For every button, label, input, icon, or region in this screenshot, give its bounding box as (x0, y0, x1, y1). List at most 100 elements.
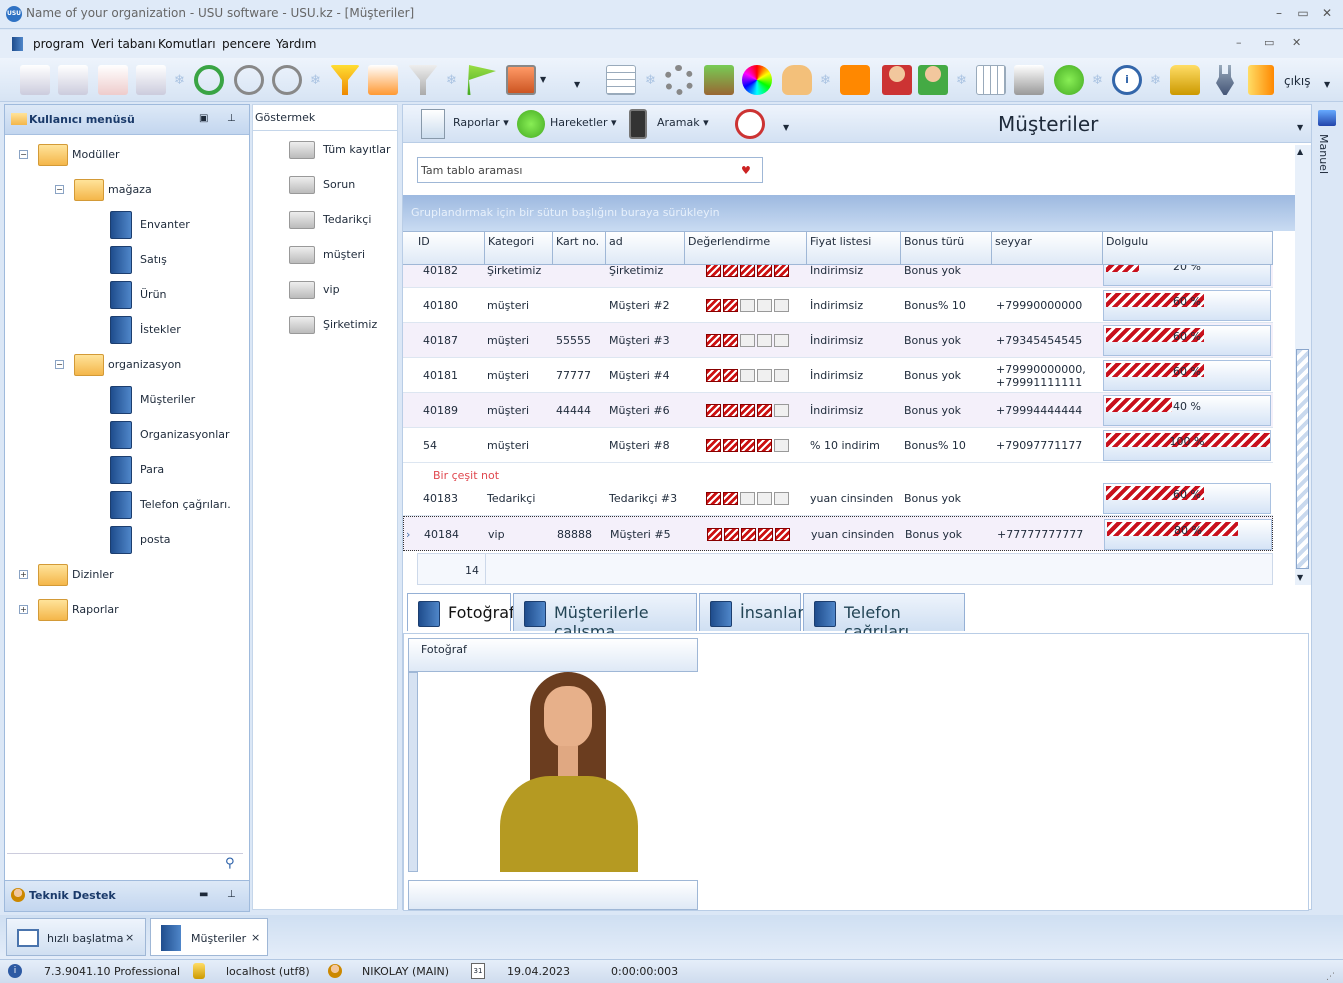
tree-item-13[interactable]: + Raporlar (19, 592, 247, 627)
clear-search-icon[interactable]: ♥ (741, 164, 751, 177)
tree-item-11[interactable]: posta (19, 522, 247, 557)
show-item-5[interactable]: Şirketimiz (253, 307, 397, 342)
column-header-1[interactable]: Kategori (485, 232, 553, 265)
user-icon[interactable] (882, 65, 912, 95)
task-quick-start[interactable]: hızlı başlatma × (6, 918, 146, 956)
resize-grip-icon[interactable]: ⋰ (1326, 972, 1335, 982)
exit-button[interactable]: çıkış (1284, 74, 1310, 88)
star-icon[interactable] (740, 439, 755, 452)
star-icon[interactable] (775, 528, 790, 541)
star-icon[interactable] (723, 439, 738, 452)
clock-icon[interactable] (735, 109, 765, 139)
scroll-up-icon[interactable]: ▲ (1297, 147, 1303, 156)
tech-support-header[interactable]: Teknik Destek ▬ ⊥ (4, 880, 250, 912)
rating-stars[interactable] (706, 265, 789, 277)
star-icon[interactable] (723, 492, 738, 505)
manual-side-tab[interactable]: Manuel (1314, 104, 1340, 224)
star-icon[interactable] (774, 404, 789, 417)
menu-search-input[interactable]: ⚲ (7, 853, 243, 875)
group-by-panel[interactable]: Gruplandırmak için bir sütun başlığını b… (403, 195, 1295, 231)
column-header-8[interactable]: Dolgulu (1103, 232, 1273, 265)
mdi-close-icon[interactable]: ✕ (1292, 36, 1301, 49)
tab-photo[interactable]: Fotoğraf (407, 593, 515, 631)
star-icon[interactable] (740, 299, 755, 312)
table-row[interactable]: 40180 müşteri Müşteri #2 İndirimsiz Bonus% 1… (403, 288, 1273, 323)
star-icon[interactable] (741, 528, 756, 541)
toolbar-overflow-icon[interactable]: ▼ (1324, 80, 1330, 89)
close-icon[interactable]: ✕ (1320, 6, 1334, 20)
star-icon[interactable] (757, 334, 772, 347)
tree-item-3[interactable]: Satış (19, 242, 247, 277)
tree-item-7[interactable]: Müşteriler (19, 382, 247, 417)
menu-database[interactable]: Veri tabanı (91, 37, 156, 51)
toolbar-overflow-icon[interactable]: ▼ (783, 123, 789, 132)
rating-stars[interactable] (706, 492, 789, 505)
rating-stars[interactable] (706, 404, 789, 417)
column-header-3[interactable]: ad (606, 232, 685, 265)
table-row[interactable]: 40187 müşteri 55555 Müşteri #3 İndirimsiz Bon… (403, 323, 1273, 358)
star-icon[interactable] (774, 265, 789, 277)
search-dropdown[interactable]: Aramak ▾ (657, 116, 709, 129)
collapse-icon[interactable]: − (55, 185, 64, 194)
copy-icon[interactable] (58, 65, 88, 95)
star-icon[interactable] (723, 334, 738, 347)
rating-stars[interactable] (706, 369, 789, 382)
star-icon[interactable] (706, 492, 721, 505)
column-header-2[interactable]: Kart no. (553, 232, 606, 265)
show-item-4[interactable]: vip (253, 272, 397, 307)
star-icon[interactable] (757, 369, 772, 382)
column-header-4[interactable]: Değerlendirme (685, 232, 807, 265)
star-icon[interactable] (706, 334, 721, 347)
star-icon[interactable] (758, 528, 773, 541)
tab-phone-calls[interactable]: Telefon çağrıları (803, 593, 965, 641)
menu-window[interactable]: pencere (222, 37, 271, 51)
tree-item-6[interactable]: − organizasyon (19, 347, 247, 382)
task-customers[interactable]: Müşteriler × (150, 918, 268, 956)
table-row[interactable]: 40182 Şirketimiz Şirketimiz İndirimsiz Bonus… (403, 265, 1273, 288)
search-icon[interactable]: ⚲ (225, 856, 235, 871)
toolbar-overflow-icon[interactable]: ▼ (574, 80, 580, 89)
vertical-scrollbar[interactable]: ▲ ▼ (1295, 145, 1311, 585)
sort-icon[interactable] (368, 65, 398, 95)
calendar-grid-icon[interactable] (976, 65, 1006, 95)
maximize-icon[interactable]: ▭ (1296, 6, 1310, 20)
mdi-minimize-icon[interactable]: – (1236, 36, 1242, 49)
column-header-5[interactable]: Fiyat listesi (807, 232, 901, 265)
chevron-down-icon[interactable]: ▼ (540, 75, 546, 84)
column-header-0[interactable]: ID (415, 232, 485, 265)
map-icon[interactable] (704, 65, 734, 95)
scrollbar-thumb[interactable] (1296, 349, 1309, 569)
star-icon[interactable] (706, 299, 721, 312)
star-icon[interactable] (740, 404, 755, 417)
tree-item-9[interactable]: Para (19, 452, 247, 487)
tree-item-1[interactable]: − mağaza (19, 172, 247, 207)
hand-icon[interactable] (782, 65, 812, 95)
rating-stars[interactable] (706, 334, 789, 347)
star-icon[interactable] (774, 299, 789, 312)
rss-icon[interactable] (840, 65, 870, 95)
tree-item-8[interactable]: Organizasyonlar (19, 417, 247, 452)
plug-icon[interactable] (1216, 65, 1234, 95)
collapse-icon[interactable]: − (19, 150, 28, 159)
table-row[interactable]: 40189 müşteri 44444 Müşteri #6 İndirimsiz Bon… (403, 393, 1273, 428)
table-row[interactable]: 40183 Tedarikçi Tedarikçi #3 yuan cinsinden… (403, 481, 1273, 516)
star-icon[interactable] (740, 334, 755, 347)
flag-icon[interactable] (467, 65, 496, 95)
star-icon[interactable] (706, 439, 721, 452)
pin-icon[interactable]: ⊥ (227, 889, 236, 900)
star-icon[interactable] (706, 404, 721, 417)
color-wheel-icon[interactable] (742, 65, 772, 95)
image-icon[interactable] (506, 65, 536, 95)
star-icon[interactable] (757, 439, 772, 452)
star-icon[interactable] (723, 299, 738, 312)
star-icon[interactable] (740, 492, 755, 505)
show-item-3[interactable]: müşteri (253, 237, 397, 272)
tab-customer-work[interactable]: Müşterilerle çalışma (513, 593, 697, 641)
new-record-icon[interactable] (20, 65, 50, 95)
table-view-icon[interactable] (606, 65, 636, 95)
star-icon[interactable] (757, 492, 772, 505)
star-icon[interactable] (706, 369, 721, 382)
movements-icon[interactable] (517, 110, 545, 138)
users-icon[interactable] (918, 65, 948, 95)
menu-commands[interactable]: Komutları (158, 37, 216, 51)
